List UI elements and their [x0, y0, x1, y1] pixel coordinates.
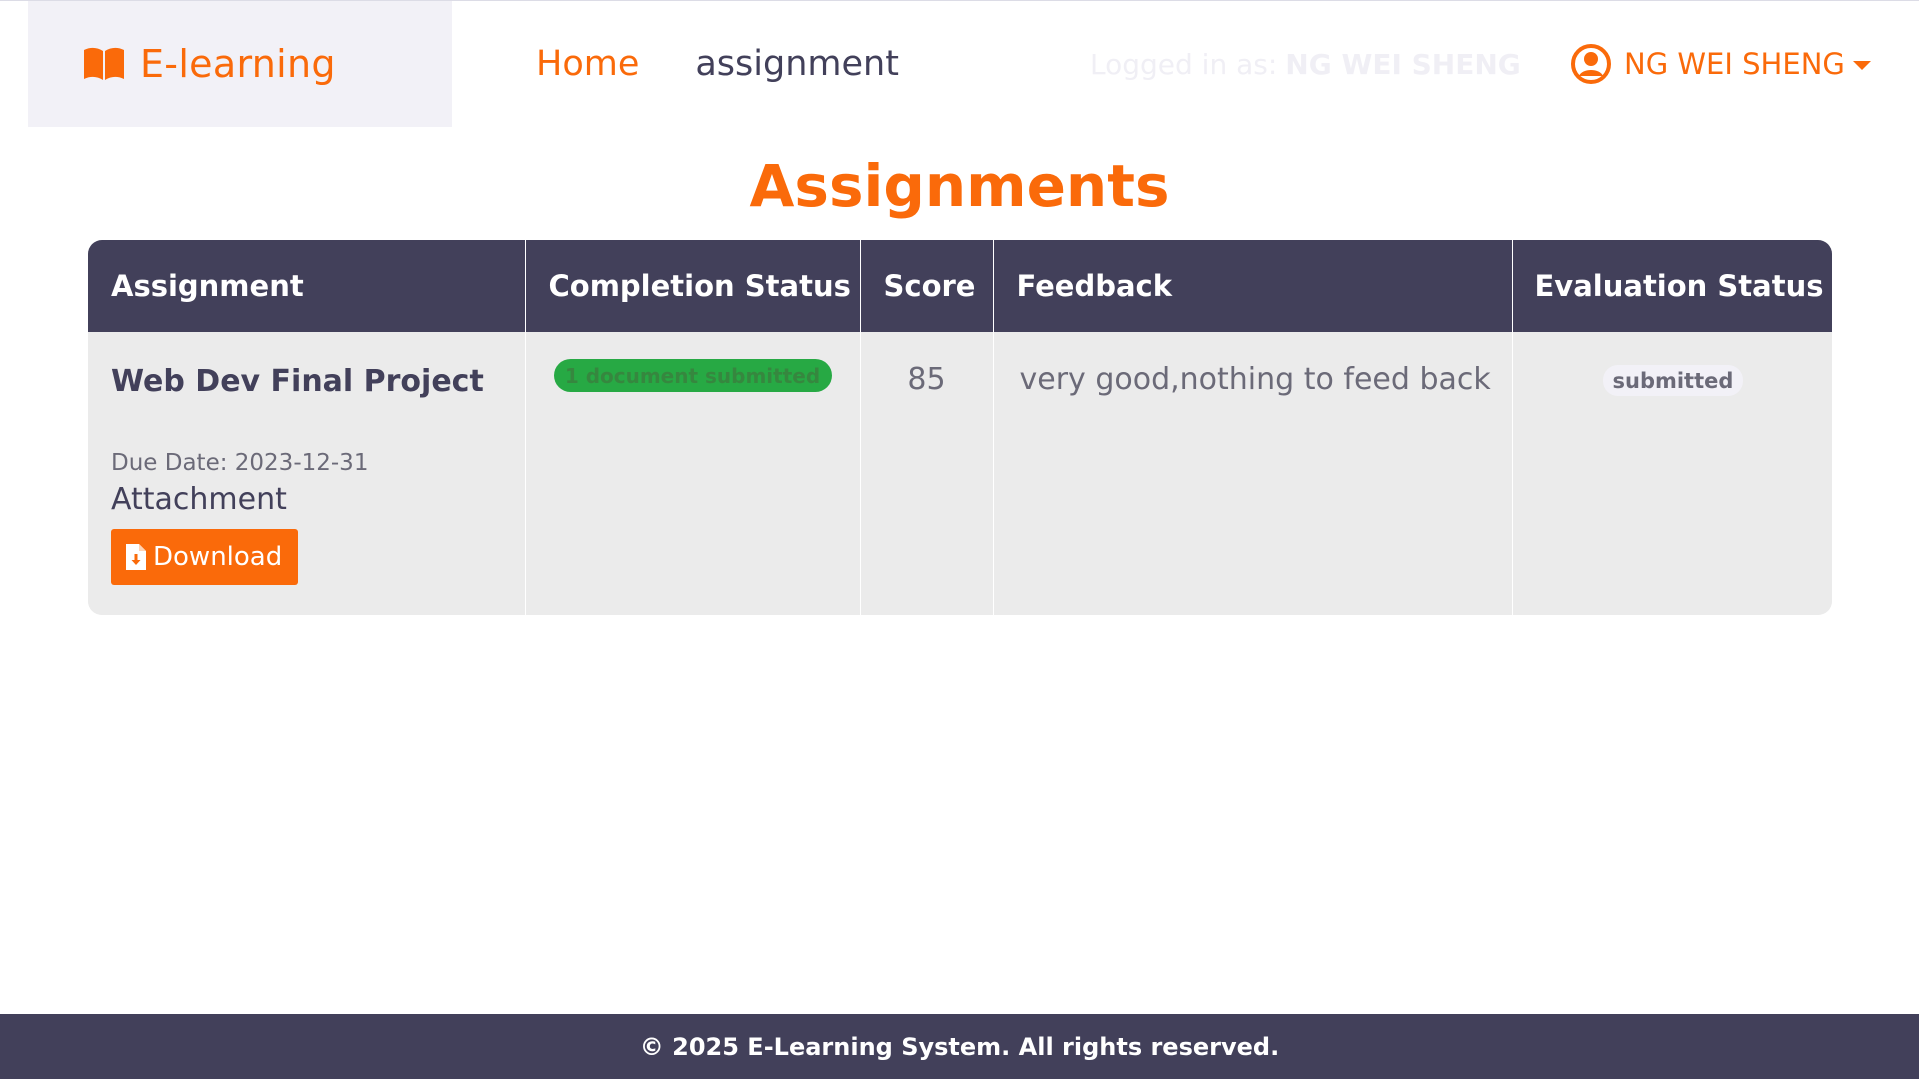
nav-home-link[interactable]: Home: [536, 44, 639, 84]
assignment-title: Web Dev Final Project: [111, 363, 484, 399]
attachment-label: Attachment: [111, 482, 287, 517]
caret-down-icon: [1852, 60, 1871, 70]
download-label: Download: [153, 542, 283, 572]
table-header-row: Assignment Completion Status Score Feedb…: [88, 240, 1832, 332]
user-circle-icon: [1571, 44, 1611, 84]
header-feedback: Feedback: [993, 240, 1513, 332]
score-value: 85: [907, 362, 946, 397]
header-score: Score: [860, 240, 994, 332]
page-title: Assignments: [749, 152, 1170, 220]
feedback-cell: very good,nothing to feed back: [993, 332, 1513, 615]
feedback-text: very good,nothing to feed back: [1019, 362, 1491, 397]
brand-name: E-learning: [140, 42, 336, 86]
completion-status-badge: 1 document submitted: [553, 359, 832, 392]
footer: © 2025 E-Learning System. All rights res…: [0, 1014, 1919, 1079]
main-nav: Home assignment: [536, 1, 955, 127]
logged-in-prefix: Logged in as:: [1090, 47, 1278, 81]
footer-text: © 2025 E-Learning System. All rights res…: [639, 1032, 1280, 1061]
header-completion-status: Completion Status: [525, 240, 861, 332]
completion-status-cell: 1 document submitted: [525, 332, 861, 615]
logged-in-info: Logged in as: NG WEI SHENG: [1090, 1, 1521, 127]
book-open-icon: [84, 47, 124, 80]
assignments-table: Assignment Completion Status Score Feedb…: [88, 240, 1832, 615]
assignment-cell: Web Dev Final Project Due Date: 2023-12-…: [88, 332, 526, 615]
brand[interactable]: E-learning: [28, 1, 452, 127]
score-cell: 85: [860, 332, 994, 615]
user-menu-name: NG WEI SHENG: [1624, 47, 1845, 81]
nav-assignment-link[interactable]: assignment: [695, 44, 899, 84]
assignment-title-row: Web Dev Final Project: [111, 362, 503, 400]
download-button[interactable]: Download: [111, 529, 299, 585]
user-menu-dropdown[interactable]: NG WEI SHENG: [1570, 1, 1871, 127]
evaluation-status-badge: submitted: [1602, 365, 1744, 396]
header-evaluation-status: Evaluation Status: [1534, 269, 1824, 303]
logged-in-name: NG WEI SHENG: [1285, 47, 1521, 81]
file-download-icon: [126, 544, 146, 570]
table-row: Web Dev Final Project Due Date: 2023-12-…: [88, 332, 1832, 615]
due-date: Due Date: 2023-12-31: [111, 450, 369, 476]
evaluation-status-cell: submitted: [1512, 332, 1832, 615]
navbar: E-learning Home assignment Logged in as:…: [0, 1, 1919, 127]
header-assignment: Assignment: [88, 240, 526, 332]
